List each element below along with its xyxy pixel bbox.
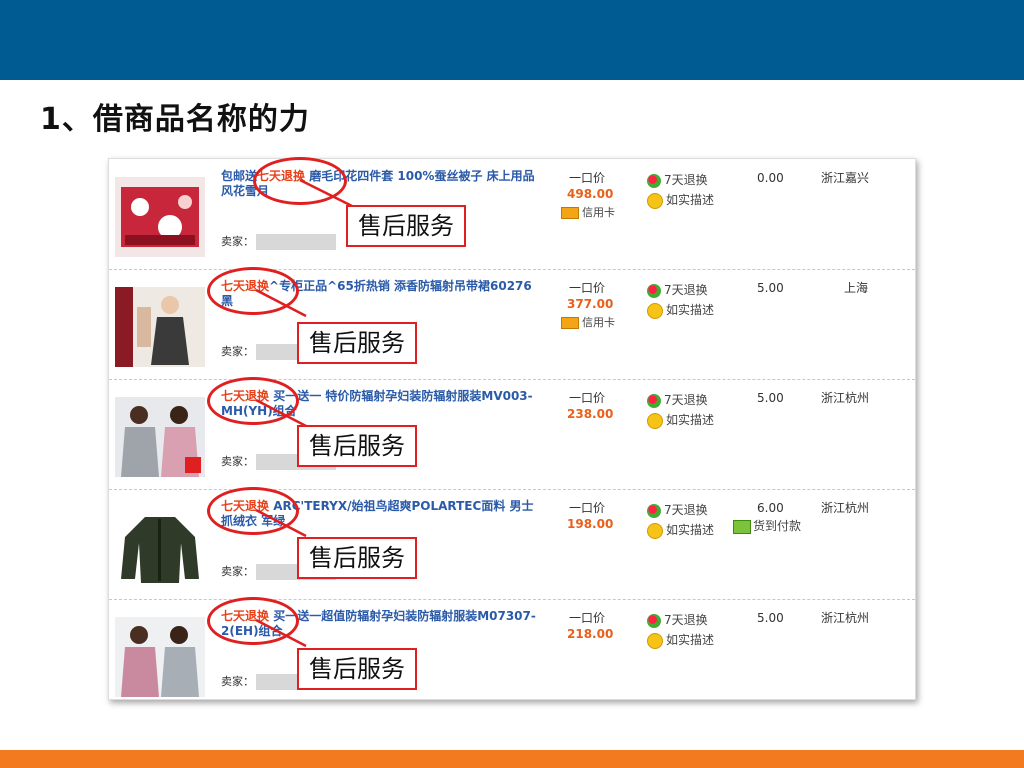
after-sales-callout: 售后服务 (297, 425, 417, 467)
footer-band (0, 750, 1024, 768)
after-sales-callout: 售后服务 (346, 205, 466, 247)
after-sales-callout: 售后服务 (297, 537, 417, 579)
after-sales-callout: 售后服务 (297, 648, 417, 690)
highlight-ring (207, 597, 299, 645)
annotation-overlay (255, 178, 353, 648)
highlight-ring (207, 377, 299, 425)
highlight-ring (207, 487, 299, 535)
highlight-ring (207, 267, 299, 315)
after-sales-callout: 售后服务 (297, 322, 417, 364)
highlight-ring (253, 157, 347, 205)
